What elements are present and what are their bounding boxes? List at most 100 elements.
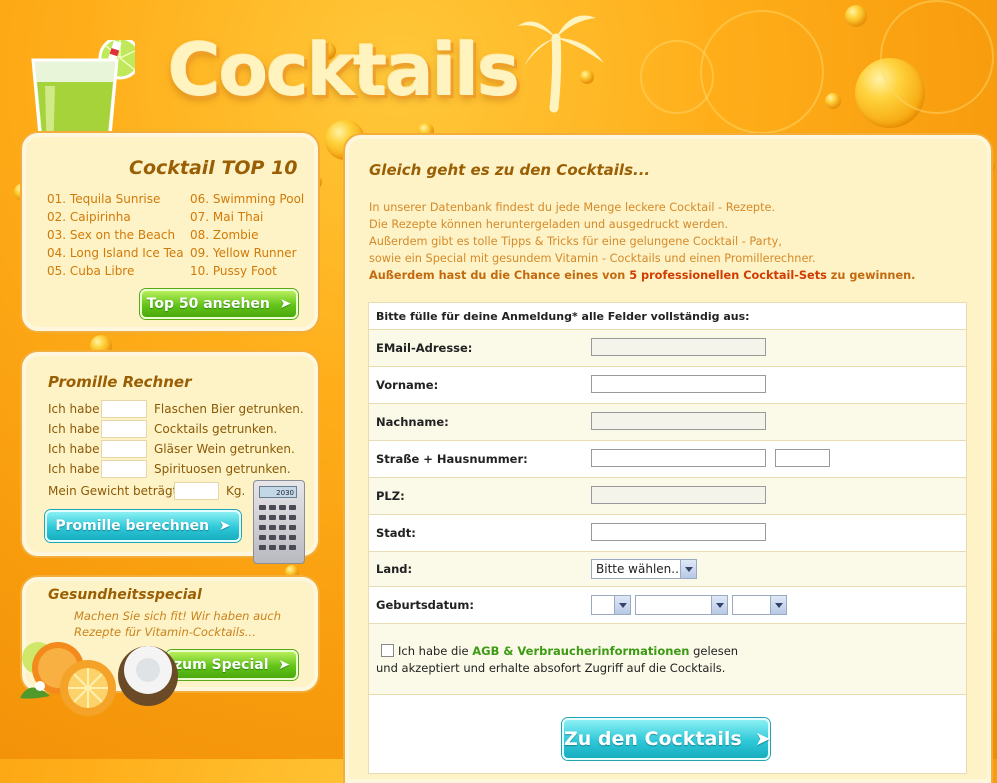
top10-item[interactable]: 03. Sex on the Beach [47,226,184,244]
top50-button[interactable]: Top 50 ansehen ➤ [140,289,298,319]
agb-line1: Ich habe die AGB & Verbraucherinformatio… [376,643,738,660]
top10-item[interactable]: 04. Long Island Ice Tea [47,244,184,262]
vorname-label: Vorname: [376,378,439,392]
decor-bubble [845,5,867,27]
weight-unit: Kg. [226,484,246,498]
intro-prize-post: zu gewinnen. [826,269,916,282]
top10-item[interactable]: 05. Cuba Libre [47,262,184,280]
fruit-icon [20,642,178,716]
agb-post: gelesen [689,644,739,658]
beer-count-input[interactable] [101,400,147,418]
top10-list-right: 06. Swimming Pool 07. Mai Thai 08. Zombi… [190,190,304,280]
email-row: EMail-Adresse: [369,330,966,367]
email-field[interactable] [591,338,766,356]
top10-item[interactable]: 10. Pussy Foot [190,262,304,280]
arrow-right-icon: ➤ [748,728,771,750]
wine-count-input[interactable] [101,440,147,458]
birth-year-select[interactable] [732,595,787,615]
promille-row-prefix: Ich habe [48,462,100,476]
top10-item[interactable]: 07. Mai Thai [190,208,304,226]
health-title: Gesundheitsspecial [48,587,202,603]
spirits-count-input[interactable] [101,460,147,478]
weight-label: Mein Gewicht beträgt [48,484,178,498]
promille-row-prefix: Ich habe [48,402,100,416]
promille-title: Promille Rechner [48,373,192,391]
decor-ring [640,40,714,114]
special-button-label: zum Special [173,657,269,673]
nachname-row: Nachname: [369,404,966,441]
submit-button-label: Zu den Cocktails [564,728,742,750]
chevron-down-icon [680,560,696,578]
stadt-label: Stadt: [376,526,416,540]
chevron-down-icon [711,596,727,614]
land-selected-value: Bitte wählen... [596,562,683,576]
stadt-row: Stadt: [369,515,966,552]
decor-bubble [825,93,841,109]
intro-line: In unserer Datenbank findest du jede Men… [369,201,776,214]
top10-item[interactable]: 08. Zombie [190,226,304,244]
promille-row-suffix: Gläser Wein getrunken. [154,442,295,456]
agb-pre: Ich habe die [398,644,473,658]
land-label: Land: [376,562,413,576]
email-label: EMail-Adresse: [376,341,473,355]
form-instruction: Bitte fülle für deine Anmeldung* alle Fe… [376,310,750,323]
intro-line: sowie ein Special mit gesundem Vitamin -… [369,252,816,265]
vorname-field[interactable] [591,375,766,393]
top10-item[interactable]: 01. Tequila Sunrise [47,190,184,208]
land-row: Land: Bitte wählen... [369,552,966,587]
intro-prize-highlight: 5 professionellen Cocktail-Sets [629,269,827,282]
promille-calculate-button[interactable]: Promille berechnen ➤ [45,510,241,542]
promille-row-suffix: Flaschen Bier getrunken. [154,402,304,416]
intro-text: In unserer Datenbank findest du jede Men… [369,199,915,284]
strasse-field[interactable] [591,449,766,467]
cocktail-count-input[interactable] [101,420,147,438]
agb-line2: und akzeptiert und erhalte absofort Zugr… [376,661,726,675]
plz-row: PLZ: [369,478,966,515]
hausnummer-field[interactable] [775,449,830,467]
calculator-icon: 2030 [253,480,305,564]
birth-day-select[interactable] [591,595,631,615]
agb-text: Ich habe die AGB & Verbraucherinformatio… [376,643,738,677]
special-button[interactable]: zum Special ➤ [166,650,298,680]
intro-prize-pre: Außerdem hast du die Chance eines von [369,269,630,282]
chevron-down-icon [614,596,630,614]
arrow-right-icon: ➤ [274,296,292,312]
promille-row-suffix: Cocktails getrunken. [154,422,278,436]
arrow-right-icon: ➤ [273,657,290,673]
plz-label: PLZ: [376,489,405,503]
top10-title: Cocktail TOP 10 [129,157,298,179]
main-heading: Gleich geht es zu den Cocktails... [369,161,651,179]
top10-item[interactable]: 09. Yellow Runner [190,244,304,262]
submit-button[interactable]: Zu den Cocktails ➤ [562,718,771,760]
site-logo: Cocktails [168,28,520,112]
top10-item[interactable]: 02. Caipirinha [47,208,184,226]
geburtsdatum-row: Geburtsdatum: [369,587,966,624]
nachname-field[interactable] [591,412,766,430]
top10-list-left: 01. Tequila Sunrise 02. Caipirinha 03. S… [47,190,184,280]
arrow-right-icon: ➤ [214,518,231,534]
strasse-row: Straße + Hausnummer: [369,441,966,478]
intro-line: Die Rezepte können heruntergeladen und a… [369,218,729,231]
promille-row-prefix: Ich habe [48,422,100,436]
strasse-label: Straße + Hausnummer: [376,452,528,466]
birth-month-select[interactable] [635,595,728,615]
decor-ring [880,0,994,114]
weight-input[interactable] [174,482,219,500]
agb-link[interactable]: AGB & Verbraucherinformationen [472,644,689,658]
form-instruction-row: Bitte fülle für deine Anmeldung* alle Fe… [369,303,966,330]
chevron-down-icon [770,596,786,614]
agb-row: Ich habe die AGB & Verbraucherinformatio… [369,624,966,695]
registration-form: Bitte fülle für deine Anmeldung* alle Fe… [368,302,967,774]
intro-line-prize: Außerdem hast du die Chance eines von 5 … [369,267,915,284]
nachname-label: Nachname: [376,415,449,429]
land-select[interactable]: Bitte wählen... [591,559,697,579]
vorname-row: Vorname: [369,367,966,404]
plz-field[interactable] [591,486,766,504]
top10-item[interactable]: 06. Swimming Pool [190,190,304,208]
health-text-line: Machen Sie sich fit! Wir haben auch [74,609,282,623]
promille-row-suffix: Spirituosen getrunken. [154,462,291,476]
stadt-field[interactable] [591,523,766,541]
geburtsdatum-label: Geburtsdatum: [376,598,474,612]
calculator-display: 2030 [259,486,297,498]
decor-ring [700,10,824,134]
